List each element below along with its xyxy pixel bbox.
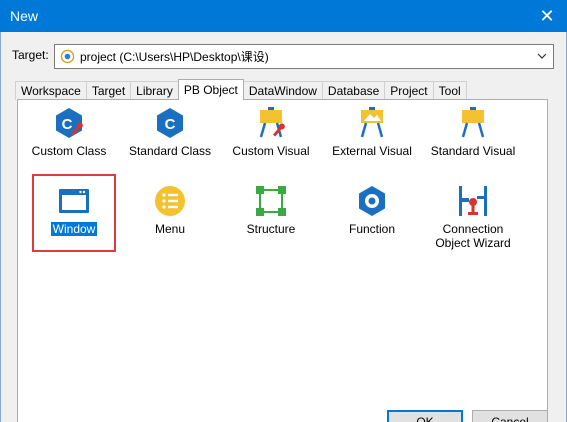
item-label: Standard Visual bbox=[430, 144, 516, 158]
item-connection-object-wizard[interactable]: Connection Object Wizard bbox=[428, 184, 518, 250]
tab-pb-object[interactable]: PB Object bbox=[177, 79, 244, 100]
tab-target[interactable]: Target bbox=[85, 81, 132, 100]
item-external-visual[interactable]: External Visual bbox=[327, 106, 417, 158]
item-function[interactable]: Function bbox=[327, 184, 417, 236]
item-label: Standard Class bbox=[128, 144, 212, 158]
connection-object-icon bbox=[459, 186, 487, 216]
standard-class-icon: C bbox=[157, 108, 183, 138]
window-icon bbox=[59, 189, 89, 213]
item-structure[interactable]: Structure bbox=[226, 184, 316, 236]
close-icon[interactable]: ✕ bbox=[527, 0, 567, 32]
item-label: Custom Class bbox=[31, 144, 107, 158]
tab-datawindow[interactable]: DataWindow bbox=[242, 81, 323, 100]
title-bar: New ✕ bbox=[0, 0, 567, 32]
custom-visual-icon bbox=[259, 107, 285, 138]
item-label: Function bbox=[348, 222, 396, 236]
item-label: Window bbox=[50, 222, 98, 236]
tab-strip: Workspace Target Library PB Object DataW… bbox=[15, 79, 467, 100]
svg-text:C: C bbox=[62, 116, 73, 133]
target-dropdown[interactable]: project (C:\Users\HP\Desktop\课设) bbox=[54, 44, 554, 69]
project-icon bbox=[60, 49, 75, 64]
chevron-down-icon[interactable] bbox=[535, 48, 549, 64]
item-standard-visual[interactable]: Standard Visual bbox=[428, 106, 518, 158]
ok-button[interactable]: OK bbox=[387, 410, 463, 422]
item-label: Custom Visual bbox=[232, 144, 310, 158]
tab-database[interactable]: Database bbox=[321, 81, 386, 100]
item-custom-visual[interactable]: Custom Visual bbox=[226, 106, 316, 158]
cancel-button[interactable]: Cancel bbox=[472, 410, 548, 422]
window-title: New bbox=[10, 8, 39, 24]
tab-project[interactable]: Project bbox=[384, 81, 434, 100]
tab-tool[interactable]: Tool bbox=[432, 81, 467, 100]
tab-workspace[interactable]: Workspace bbox=[15, 81, 87, 100]
new-dialog: Target: project (C:\Users\HP\Desktop\课设)… bbox=[0, 32, 567, 422]
item-custom-class[interactable]: C Custom Class bbox=[24, 106, 114, 158]
external-visual-icon bbox=[360, 107, 384, 138]
target-label: Target: bbox=[12, 48, 49, 62]
item-menu[interactable]: Menu bbox=[125, 184, 215, 236]
svg-text:C: C bbox=[165, 116, 176, 133]
item-label: Connection Object Wizard bbox=[435, 222, 511, 250]
item-standard-class[interactable]: C Standard Class bbox=[125, 106, 215, 158]
tab-library[interactable]: Library bbox=[130, 81, 179, 100]
item-label: External Visual bbox=[332, 144, 412, 158]
target-value: project (C:\Users\HP\Desktop\课设) bbox=[80, 50, 269, 64]
item-window[interactable]: Window bbox=[29, 184, 119, 236]
structure-icon bbox=[256, 186, 286, 216]
menu-icon bbox=[155, 186, 185, 216]
standard-visual-icon bbox=[461, 107, 485, 138]
object-panel: C Custom Class C Standard Class Custom V… bbox=[17, 99, 548, 422]
custom-class-icon: C bbox=[56, 108, 83, 138]
item-label: Structure bbox=[246, 222, 296, 236]
item-label: Menu bbox=[154, 222, 186, 236]
function-icon bbox=[359, 186, 385, 216]
